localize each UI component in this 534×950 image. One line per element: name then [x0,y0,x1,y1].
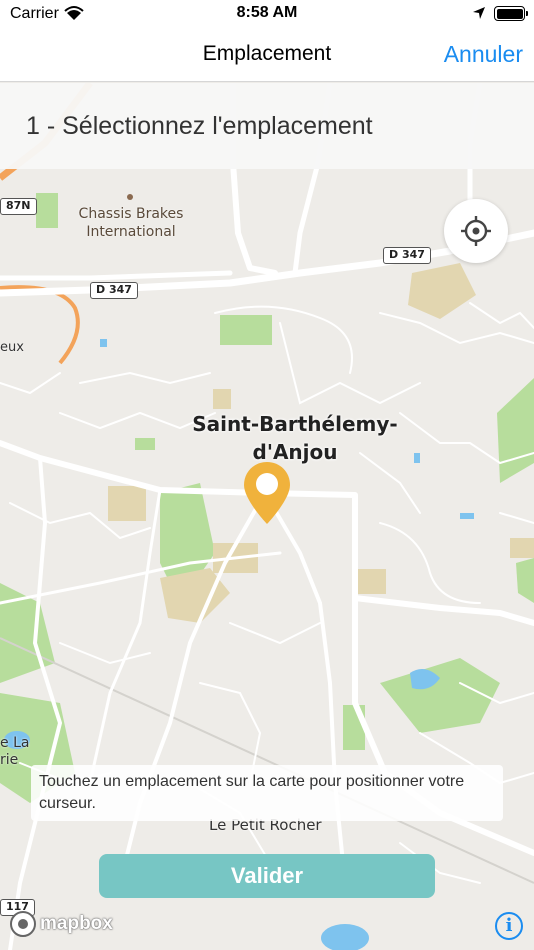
place-label: eux [0,340,24,355]
place-label: e La rie [0,735,29,769]
validate-button[interactable]: Valider [99,854,435,898]
poi-label: Chassis Brakes International [68,205,194,241]
status-bar: Carrier 8:58 AM [0,0,534,28]
road-shield-d347: D 347 [90,282,138,299]
poi-label-line: International [86,224,176,240]
locate-button[interactable] [444,199,508,263]
road-shield-87n: 87N [0,198,37,215]
building-area [356,569,386,594]
place-label-line: e La [0,735,30,751]
water-area [460,513,474,519]
road-shield-d347: D 347 [383,247,431,264]
poi-label-line: Chassis Brakes [78,206,184,222]
place-label-line: rie [0,752,19,768]
mapbox-icon [10,911,36,937]
building-area [510,538,534,558]
hint-box: Touchez un emplacement sur la carte pour… [31,765,503,821]
mapbox-logo[interactable]: mapbox [10,910,113,938]
status-time: 8:58 AM [236,4,298,21]
city-label: Saint-Barthélemy- d'Anjou [180,410,410,466]
mapbox-wordmark: mapbox [40,913,113,934]
location-arrow-icon [472,6,486,25]
park-area [135,438,155,450]
battery-icon [494,6,528,21]
park-area [220,315,272,345]
city-label-line: d'Anjou [252,440,338,464]
cancel-button[interactable]: Annuler [444,41,523,68]
poi-marker [127,194,133,200]
step-header: 1 - Sélectionnez l'emplacement [0,83,534,169]
building-area [108,486,146,521]
info-icon[interactable]: i [495,912,523,940]
water-area [414,453,420,463]
building-area [213,389,231,409]
map-pin-icon[interactable] [244,462,290,529]
crosshair-icon [461,216,491,246]
nav-bar: Emplacement Annuler [0,28,534,82]
city-label-line: Saint-Barthélemy- [192,412,398,436]
water-area [100,339,107,347]
step-label: 1 - Sélectionnez l'emplacement [26,112,373,140]
park-area [36,193,58,228]
